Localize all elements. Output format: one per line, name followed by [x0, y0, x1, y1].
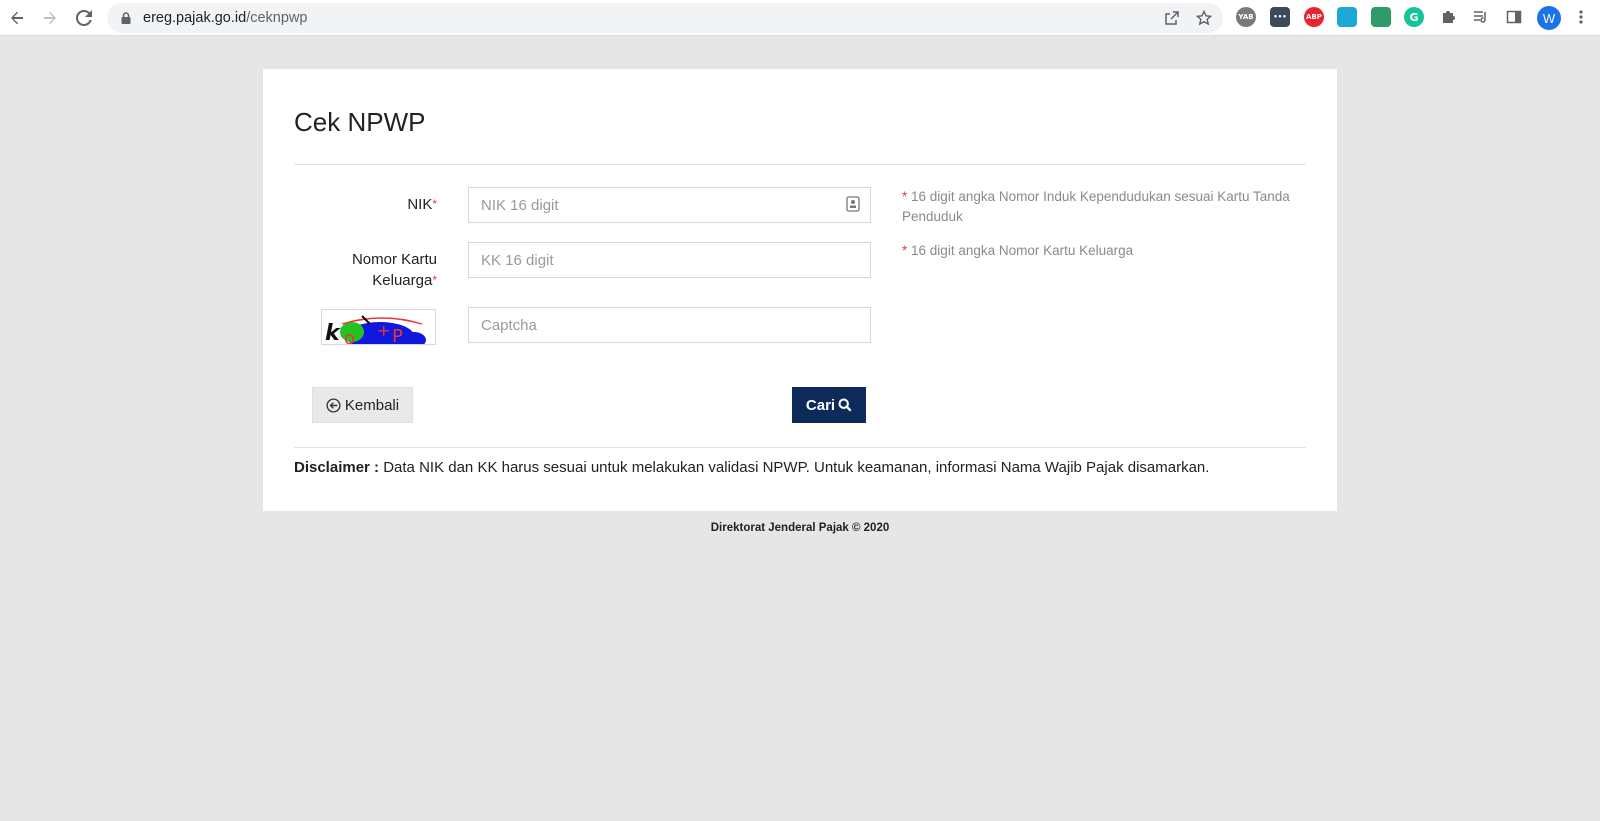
- url-text: ereg.pajak.go.id/ceknpwp: [143, 10, 308, 26]
- adblock-icon[interactable]: ABP: [1304, 7, 1324, 27]
- disclaimer-text: Data NIK dan KK harus sesuai untuk melak…: [383, 459, 1210, 476]
- grammarly-icon[interactable]: G: [1404, 7, 1424, 27]
- kk-help-text: * 16 digit angka Nomor Kartu Keluarga: [902, 243, 1134, 258]
- search-button[interactable]: Cari: [792, 387, 866, 423]
- disclaimer-label: Disclaimer :: [294, 459, 380, 476]
- divider: [294, 447, 1306, 448]
- yab-extension-icon[interactable]: YAB: [1236, 7, 1256, 27]
- id-card-icon: [846, 196, 860, 212]
- reading-list-icon[interactable]: [1471, 7, 1491, 27]
- bookmark-star-icon[interactable]: [1194, 8, 1214, 28]
- divider: [294, 164, 1306, 165]
- nik-input[interactable]: [468, 187, 871, 223]
- captcha-image: k o + P: [321, 309, 436, 345]
- kk-label: Nomor Kartu Keluarga*: [351, 251, 437, 289]
- page-title: Cek NPWP: [294, 107, 426, 137]
- svg-text:P: P: [392, 326, 403, 345]
- disclaimer: Disclaimer : Data NIK dan KK harus sesua…: [294, 459, 1209, 476]
- svg-text:o: o: [344, 328, 355, 345]
- share-icon[interactable]: [1162, 8, 1182, 28]
- nik-help-text: * 16 digit angka Nomor Induk Kependuduka…: [902, 189, 1290, 224]
- nik-label: NIK*: [407, 196, 437, 213]
- arrow-circle-left-icon: [326, 397, 341, 413]
- profile-avatar[interactable]: W: [1537, 6, 1561, 30]
- svg-text:k: k: [325, 321, 341, 345]
- svg-text:+: +: [377, 321, 390, 340]
- required-marker: *: [432, 197, 437, 211]
- more-extension-icon[interactable]: •••: [1270, 7, 1290, 27]
- menu-kebab-icon[interactable]: [1571, 7, 1591, 27]
- kk-input[interactable]: [468, 242, 871, 278]
- side-panel-icon[interactable]: [1504, 7, 1524, 27]
- puzzle-extensions-icon[interactable]: [1438, 7, 1458, 27]
- back-button[interactable]: Kembali: [312, 387, 413, 423]
- vpn-extension-icon[interactable]: [1371, 7, 1391, 27]
- captcha-input[interactable]: [468, 307, 871, 343]
- back-arrow-icon[interactable]: [5, 6, 29, 30]
- forward-arrow-icon[interactable]: [38, 6, 62, 30]
- footer-copyright: Direktorat Jenderal Pajak © 2020: [710, 522, 890, 534]
- browser-toolbar: ereg.pajak.go.id/ceknpwp YAB ••• ABP G W: [0, 0, 1600, 36]
- lock-icon: [121, 12, 131, 24]
- screen-extension-icon[interactable]: [1337, 7, 1357, 27]
- cek-npwp-card: Cek NPWP NIK* * 16 digit angka Nomor Ind…: [263, 69, 1337, 511]
- address-bar[interactable]: ereg.pajak.go.id/ceknpwp: [107, 3, 1223, 33]
- search-icon: [838, 398, 852, 412]
- reload-icon[interactable]: [72, 6, 96, 30]
